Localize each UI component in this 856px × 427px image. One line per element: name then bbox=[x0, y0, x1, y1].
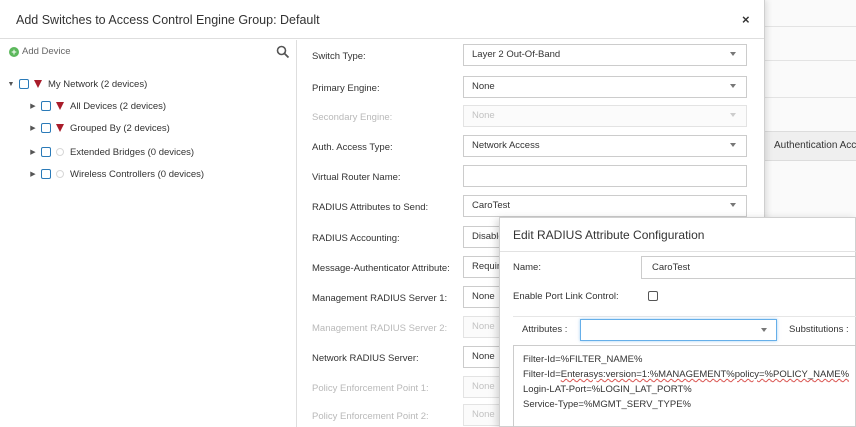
background-divider bbox=[765, 60, 856, 61]
primary-engine-select[interactable]: None bbox=[463, 76, 747, 98]
switch-type-row: Switch Type: Layer 2 Out-Of-Band bbox=[298, 44, 765, 70]
tree-node-grouped-by[interactable]: ▶ Grouped By (2 devices) bbox=[28, 120, 170, 136]
radius-accounting-label: RADIUS Accounting: bbox=[312, 233, 400, 244]
select-value: CaroTest bbox=[472, 200, 511, 211]
radius-attributes-select[interactable]: CaroTest bbox=[463, 195, 747, 217]
chevron-down-icon bbox=[730, 84, 736, 88]
mgmt-radius-1-label: Management RADIUS Server 1: bbox=[312, 293, 448, 304]
auth-access-type-select[interactable]: Network Access bbox=[463, 135, 747, 157]
authentication-column-header: Authentication Access bbox=[765, 131, 856, 161]
substitutions-label: Substitutions : bbox=[789, 324, 849, 335]
switch-type-label: Switch Type: bbox=[312, 51, 366, 62]
chevron-down-icon bbox=[730, 143, 736, 147]
virtual-router-name-input[interactable] bbox=[463, 165, 747, 187]
radius-dialog-title: Edit RADIUS Attribute Configuration bbox=[513, 228, 705, 242]
add-device-button[interactable]: Add Device bbox=[22, 46, 71, 57]
attribute-line: Service-Type=%MGMT_SERV_TYPE% bbox=[523, 399, 691, 410]
tree-node-label: All Devices (2 devices) bbox=[70, 100, 167, 112]
attribute-line: Login-LAT-Port=%LOGIN_LAT_PORT% bbox=[523, 384, 692, 395]
network-radius-label: Network RADIUS Server: bbox=[312, 353, 419, 364]
name-label: Name: bbox=[513, 262, 541, 273]
tree-node-extended-bridges[interactable]: ▶ Extended Bridges (0 devices) bbox=[28, 144, 194, 160]
name-input[interactable]: CaroTest bbox=[641, 256, 856, 279]
attribute-line: Filter-Id=%FILTER_NAME% bbox=[523, 354, 643, 365]
attribute-line: Filter-Id=Enterasys:version=1:%MANAGEMEN… bbox=[523, 369, 849, 380]
select-value: None bbox=[472, 81, 495, 92]
tree-checkbox[interactable] bbox=[41, 169, 51, 179]
tree-toolbar: + Add Device bbox=[0, 40, 296, 64]
primary-engine-row: Primary Engine: None bbox=[298, 76, 765, 102]
select-value: None bbox=[472, 381, 495, 392]
switch-type-select[interactable]: Layer 2 Out-Of-Band bbox=[463, 44, 747, 66]
dialog-header: Add Switches to Access Control Engine Gr… bbox=[0, 0, 764, 39]
secondary-engine-row: Secondary Engine: None bbox=[298, 105, 765, 131]
tree-checkbox[interactable] bbox=[19, 79, 29, 89]
tree-checkbox[interactable] bbox=[41, 147, 51, 157]
expand-right-icon[interactable]: ▶ bbox=[28, 124, 38, 132]
device-tree: + Add Device ▼ My Network (2 devices) ▶ … bbox=[0, 40, 297, 427]
select-value: None bbox=[472, 291, 495, 302]
background-divider bbox=[765, 97, 856, 98]
empty-status-icon bbox=[56, 170, 64, 178]
divider bbox=[500, 251, 856, 252]
primary-engine-label: Primary Engine: bbox=[312, 83, 380, 94]
expand-right-icon[interactable]: ▶ bbox=[28, 170, 38, 178]
network-marker-icon bbox=[56, 124, 64, 132]
port-link-control-checkbox[interactable] bbox=[648, 291, 658, 301]
auth-access-type-row: Auth. Access Type: Network Access bbox=[298, 135, 765, 161]
tree-node-all-devices[interactable]: ▶ All Devices (2 devices) bbox=[28, 98, 166, 114]
network-marker-icon bbox=[56, 102, 64, 110]
tree-checkbox[interactable] bbox=[41, 123, 51, 133]
expand-down-icon[interactable]: ▼ bbox=[6, 81, 16, 88]
tree-node-label: Wireless Controllers (0 devices) bbox=[70, 168, 205, 180]
mgmt-radius-2-label: Management RADIUS Server 2: bbox=[312, 323, 448, 334]
tree-node-wireless-controllers[interactable]: ▶ Wireless Controllers (0 devices) bbox=[28, 166, 204, 182]
virtual-router-name-label: Virtual Router Name: bbox=[312, 172, 401, 183]
edit-radius-dialog: Edit RADIUS Attribute Configuration Name… bbox=[499, 217, 856, 427]
select-value: Network Access bbox=[472, 140, 540, 151]
search-icon[interactable] bbox=[276, 45, 290, 59]
auth-access-type-label: Auth. Access Type: bbox=[312, 142, 393, 153]
secondary-engine-label: Secondary Engine: bbox=[312, 112, 393, 123]
tree-node-label: Extended Bridges (0 devices) bbox=[70, 146, 195, 158]
attributes-textarea[interactable]: Filter-Id=%FILTER_NAME% Filter-Id=Entera… bbox=[513, 345, 856, 427]
expand-right-icon[interactable]: ▶ bbox=[28, 148, 38, 156]
network-marker-icon bbox=[34, 80, 42, 88]
tree-node-label: Grouped By (2 devices) bbox=[70, 122, 170, 134]
spellcheck-text: Enterasys:version=1:%MANAGEMENT%policy=%… bbox=[560, 369, 850, 380]
select-value: None bbox=[472, 351, 495, 362]
pep-1-label: Policy Enforcement Point 1: bbox=[312, 383, 429, 394]
expand-right-icon[interactable]: ▶ bbox=[28, 102, 38, 110]
chevron-down-icon bbox=[730, 113, 736, 117]
empty-status-icon bbox=[56, 148, 64, 156]
chevron-down-icon bbox=[730, 52, 736, 56]
tree-node-label: My Network (2 devices) bbox=[48, 78, 148, 90]
port-link-control-label: Enable Port Link Control: bbox=[513, 291, 619, 302]
radius-attributes-label: RADIUS Attributes to Send: bbox=[312, 202, 429, 213]
select-value: None bbox=[472, 409, 495, 420]
select-value: None bbox=[472, 110, 495, 121]
select-value: None bbox=[472, 321, 495, 332]
chevron-down-icon bbox=[761, 328, 767, 332]
tree-checkbox[interactable] bbox=[41, 101, 51, 111]
attributes-select[interactable] bbox=[580, 319, 777, 341]
attributes-label: Attributes : bbox=[522, 324, 568, 335]
pep-2-label: Policy Enforcement Point 2: bbox=[312, 411, 429, 422]
close-icon[interactable]: × bbox=[742, 13, 750, 27]
dialog-title: Add Switches to Access Control Engine Gr… bbox=[16, 13, 320, 27]
divider bbox=[513, 316, 856, 317]
tree-node-my-network[interactable]: ▼ My Network (2 devices) bbox=[6, 76, 148, 92]
message-authenticator-label: Message-Authenticator Attribute: bbox=[312, 263, 450, 274]
virtual-router-name-row: Virtual Router Name: bbox=[298, 165, 765, 191]
background-divider bbox=[765, 26, 856, 27]
add-device-icon[interactable]: + bbox=[9, 47, 19, 57]
attribute-line-prefix: Filter-Id= bbox=[523, 369, 561, 380]
secondary-engine-select: None bbox=[463, 105, 747, 127]
chevron-down-icon bbox=[730, 203, 736, 207]
select-value: Layer 2 Out-Of-Band bbox=[472, 49, 561, 60]
